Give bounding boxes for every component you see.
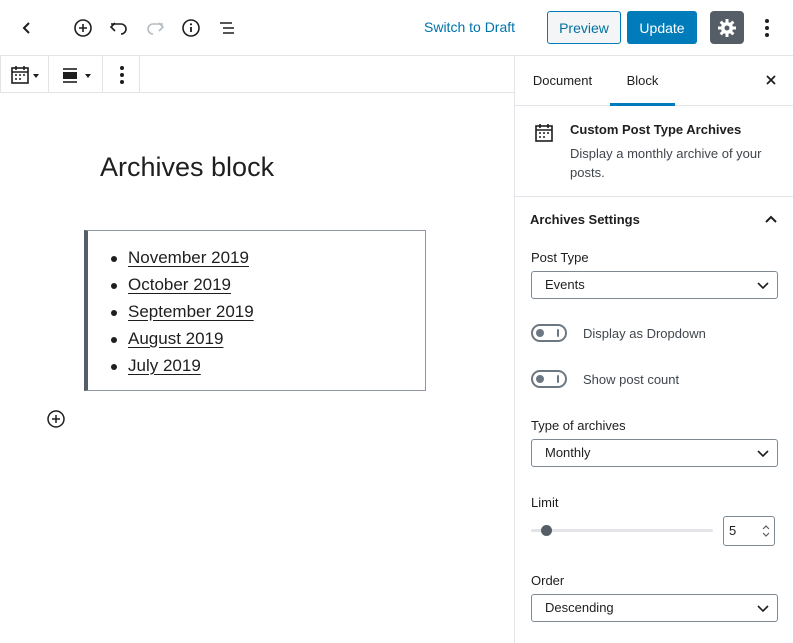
block-card-title: Custom Post Type Archives (570, 122, 742, 137)
order-select[interactable]: Descending (531, 594, 778, 622)
toggle-indicator (557, 329, 559, 337)
type-of-archives-label: Type of archives (531, 418, 626, 433)
block-card: Custom Post Type Archives Display a mont… (515, 106, 793, 197)
list-item[interactable]: September 2019 (108, 299, 254, 326)
limit-value: 5 (729, 523, 737, 538)
chevron-down-icon (757, 450, 769, 458)
order-label: Order (531, 573, 565, 588)
archive-link[interactable]: October 2019 (128, 275, 231, 294)
show-post-count-label: Show post count (583, 372, 680, 387)
archive-link[interactable]: November 2019 (128, 248, 249, 267)
list-item[interactable]: November 2019 (108, 245, 254, 272)
archive-link[interactable]: July 2019 (128, 356, 201, 375)
limit-slider-thumb[interactable] (541, 525, 552, 536)
preview-button[interactable]: Preview (547, 11, 621, 44)
spinner-arrows-icon[interactable] (762, 524, 770, 538)
list-item[interactable]: July 2019 (108, 353, 254, 380)
settings-sidebar: Document Block Custom Post Type Archives… (514, 56, 793, 643)
limit-number-input[interactable]: 5 (723, 516, 775, 546)
block-more-options-icon[interactable] (105, 58, 139, 92)
inserter-plus-icon[interactable] (45, 408, 67, 435)
show-post-count-toggle[interactable] (531, 370, 567, 388)
align-button[interactable] (53, 58, 97, 92)
block-type-switcher[interactable] (5, 58, 45, 92)
tab-block[interactable]: Block (610, 56, 675, 106)
type-of-archives-select[interactable]: Monthly (531, 439, 778, 467)
toolbar-divider (140, 92, 514, 93)
more-options-icon[interactable] (750, 11, 784, 45)
chevron-down-icon (757, 282, 769, 290)
post-title[interactable]: Archives block (100, 152, 274, 183)
close-icon[interactable] (763, 72, 779, 93)
add-block-icon[interactable] (66, 11, 100, 45)
block-navigation-icon[interactable] (210, 11, 244, 45)
gear-icon (718, 18, 736, 37)
post-type-select[interactable]: Events (531, 271, 778, 299)
type-of-archives-value: Monthly (545, 445, 591, 460)
archives-block[interactable]: November 2019 October 2019 September 201… (84, 230, 426, 391)
post-type-value: Events (545, 277, 585, 292)
settings-gear-button[interactable] (710, 11, 744, 44)
align-center-icon (63, 68, 91, 83)
post-type-label: Post Type (531, 250, 589, 265)
block-toolbar (0, 56, 140, 93)
back-chevron-icon[interactable] (10, 11, 44, 45)
limit-slider-track[interactable] (531, 529, 713, 532)
info-icon[interactable] (174, 11, 208, 45)
display-as-dropdown-label: Display as Dropdown (583, 326, 706, 341)
archive-link[interactable]: August 2019 (128, 329, 223, 348)
block-card-description: Display a monthly archive of your posts. (570, 146, 762, 180)
chevron-down-icon (757, 605, 769, 613)
chevron-up-icon[interactable] (763, 211, 779, 232)
calendar-icon (533, 122, 555, 149)
limit-label: Limit (531, 495, 559, 510)
toggle-knob (536, 329, 544, 337)
tab-document[interactable]: Document (520, 56, 605, 106)
list-item[interactable]: October 2019 (108, 272, 254, 299)
redo-icon[interactable] (138, 11, 172, 45)
sidebar-tabs: Document Block (515, 56, 793, 106)
display-as-dropdown-toggle[interactable] (531, 324, 567, 342)
undo-icon[interactable] (102, 11, 136, 45)
panel-title[interactable]: Archives Settings (530, 212, 640, 227)
editor-header: Switch to Draft Preview Update (0, 0, 793, 56)
toolbar-separator (48, 56, 49, 92)
toggle-indicator (557, 375, 559, 383)
update-button[interactable]: Update (627, 11, 697, 44)
archives-list: November 2019 October 2019 September 201… (108, 245, 254, 380)
list-item[interactable]: August 2019 (108, 326, 254, 353)
order-value: Descending (545, 600, 614, 615)
toggle-knob (536, 375, 544, 383)
calendar-icon (11, 66, 39, 84)
switch-to-draft-button[interactable]: Switch to Draft (424, 16, 515, 38)
archive-link[interactable]: September 2019 (128, 302, 254, 321)
toolbar-separator (102, 56, 103, 92)
